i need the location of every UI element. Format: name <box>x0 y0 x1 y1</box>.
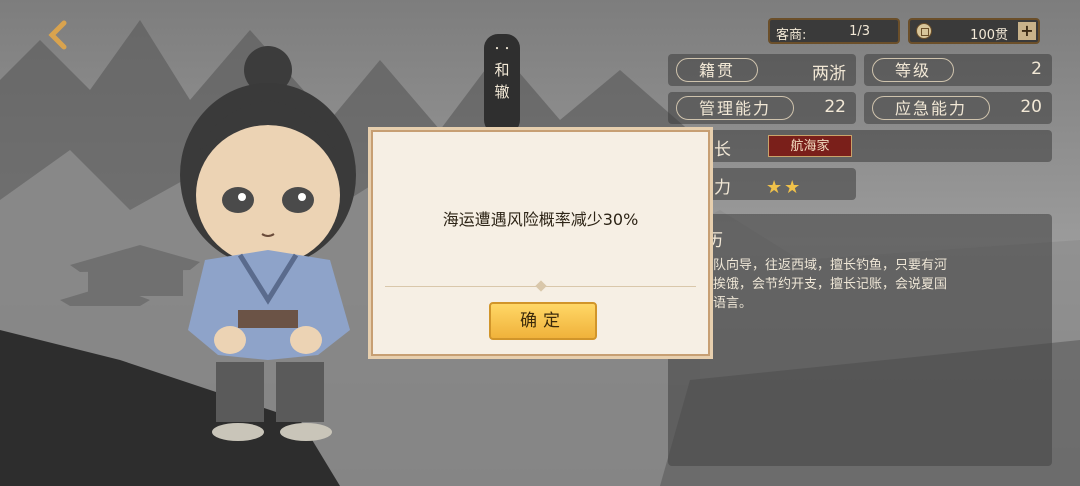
management-row: 管理能力 22 <box>668 92 856 124</box>
money-bar: 100贯 + <box>908 18 1040 44</box>
merchant-value: 1/3 <box>849 24 870 39</box>
dialog-divider <box>385 286 696 287</box>
coin-icon <box>916 23 932 39</box>
bio-line-1: 商队向导，往返西域，擅长钓鱼，只要有河 <box>700 258 948 273</box>
back-arrow-icon[interactable] <box>42 18 76 52</box>
confirm-button[interactable]: 确定 <box>489 302 597 340</box>
level-label: 等级 <box>872 58 955 82</box>
emergency-row: 应急能力 20 <box>864 92 1052 124</box>
bio-line-3: 国语言。 <box>700 296 753 311</box>
bio-panel <box>668 214 1052 466</box>
level-value: 2 <box>1031 59 1042 79</box>
specialty-label: 长 <box>714 140 731 160</box>
name-char-1: 和 <box>494 61 510 79</box>
bio-text: 商队向导，往返西域，擅长钓鱼，只要有河 会挨饿，会节约开支，擅长记账，会说夏国 … <box>700 256 1020 313</box>
hometown-row: 籍贯 两浙 <box>668 54 856 86</box>
specialty-row: 长 <box>668 130 1052 162</box>
management-label: 管理能力 <box>676 96 795 120</box>
specialty-tag[interactable]: 航海家 <box>768 135 852 157</box>
emergency-label: 应急能力 <box>872 96 991 120</box>
name-char-2: 辙 <box>494 83 510 101</box>
money-value: 100贯 <box>970 28 1008 43</box>
info-dialog: 海运遭遇风险概率减少30% 确定 <box>368 127 713 359</box>
name-dots: ・・ <box>492 44 512 55</box>
star-rating: ★★ <box>766 177 803 198</box>
ability-label: 力 <box>714 178 731 198</box>
bio-line-2: 会挨饿，会节约开支，擅长记账，会说夏国 <box>700 277 948 292</box>
character-name-scroll: ・・ 和 辙 <box>484 34 520 134</box>
merchant-count-bar: 客商: 1/3 <box>768 18 900 44</box>
hometown-label: 籍贯 <box>676 58 759 82</box>
merchant-label: 客商: <box>776 28 807 43</box>
dialog-message: 海运遭遇风险概率减少30% <box>442 210 639 229</box>
management-value: 22 <box>824 97 846 117</box>
hometown-value: 两浙 <box>812 64 846 84</box>
add-money-button[interactable]: + <box>1018 22 1036 40</box>
level-row: 等级 2 <box>864 54 1052 86</box>
emergency-value: 20 <box>1020 97 1042 117</box>
